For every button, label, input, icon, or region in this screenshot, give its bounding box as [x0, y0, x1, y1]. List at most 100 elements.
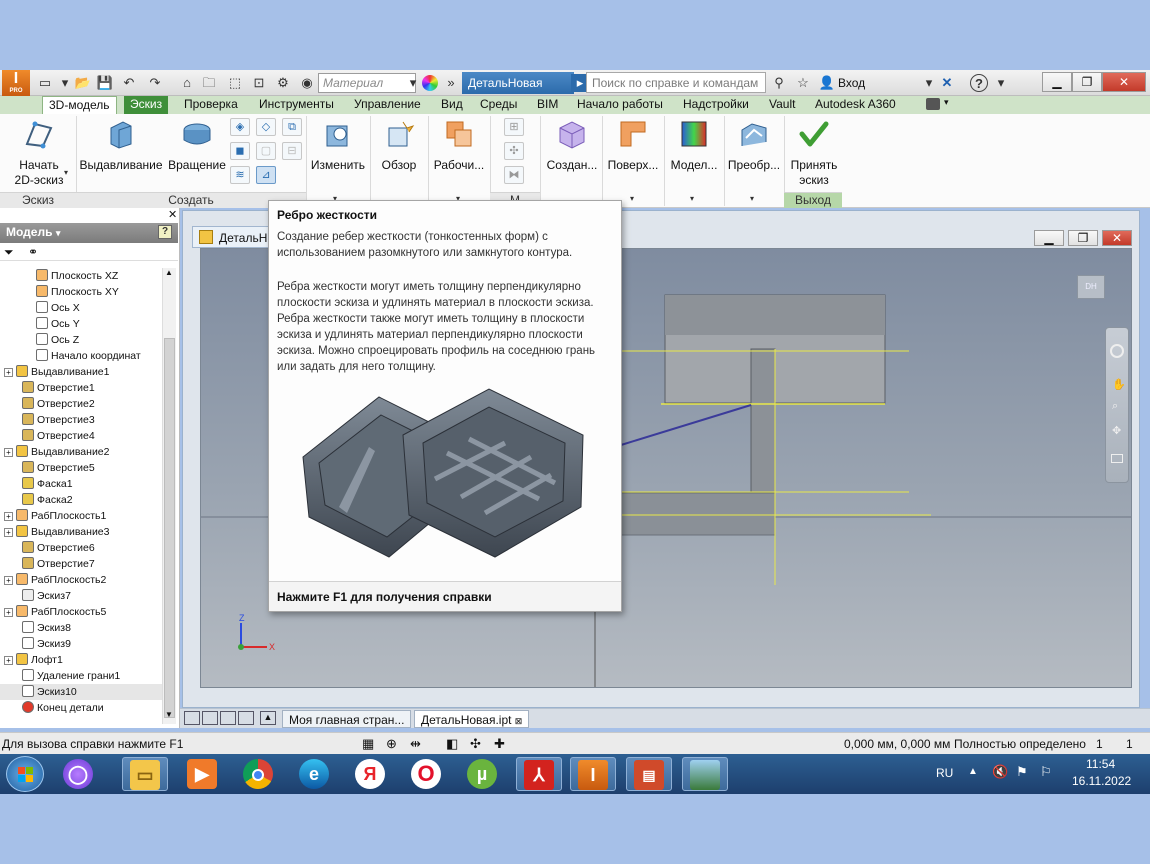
- modify-button[interactable]: Изменить: [308, 118, 368, 173]
- language-indicator[interactable]: RU: [936, 766, 953, 780]
- orbit-icon[interactable]: ✥: [1112, 424, 1121, 437]
- tab-my-home[interactable]: Моя главная стран...: [282, 710, 412, 728]
- tile-grid-icon[interactable]: [202, 711, 218, 725]
- binoculars-icon[interactable]: ⚲: [770, 74, 788, 92]
- close-button[interactable]: ✕: [1102, 72, 1146, 92]
- tree-item[interactable]: Фаска1: [0, 476, 162, 492]
- photos-icon[interactable]: [682, 757, 728, 791]
- tree-item[interactable]: Ось Z: [0, 332, 162, 348]
- tree-item[interactable]: Фаска2: [0, 492, 162, 508]
- decal-icon[interactable]: ⊟: [282, 142, 302, 160]
- tree-item[interactable]: Отверстие2: [0, 396, 162, 412]
- tree-item[interactable]: Конец детали: [0, 700, 162, 716]
- redo-icon[interactable]: ↷: [146, 74, 164, 92]
- user-icon[interactable]: 👤: [818, 74, 836, 92]
- tile-icon[interactable]: [184, 711, 200, 725]
- dof-icon[interactable]: ✣: [470, 736, 481, 752]
- constraints-icon[interactable]: ⊕: [386, 736, 397, 752]
- overflow-icon[interactable]: »: [442, 74, 460, 92]
- expand-icon[interactable]: +: [4, 608, 13, 617]
- exchange-icon[interactable]: ✕: [938, 74, 956, 92]
- tree-item[interactable]: Плоскость XZ: [0, 268, 162, 284]
- star-icon[interactable]: ☆: [794, 74, 812, 92]
- help-icon[interactable]: ?: [970, 74, 988, 92]
- coil-spring-icon[interactable]: ≋: [230, 166, 250, 184]
- measure-icon[interactable]: ⊡: [250, 74, 268, 92]
- chevron-down-icon[interactable]: ▾: [690, 194, 694, 203]
- edge-icon[interactable]: e: [292, 757, 338, 791]
- rib-icon[interactable]: ⊿: [256, 166, 276, 184]
- emboss-icon[interactable]: ▢: [256, 142, 276, 160]
- loft-icon[interactable]: ◈: [230, 118, 250, 136]
- document-title-tab[interactable]: ДетальНовая: [462, 72, 574, 94]
- expand-icon[interactable]: +: [4, 576, 13, 585]
- browser-scrollbar[interactable]: ▲ ▼: [162, 268, 176, 724]
- pattern-rect-icon[interactable]: ⊞: [504, 118, 524, 136]
- tree-item[interactable]: + РабПлоскость5: [0, 604, 162, 620]
- network-icon[interactable]: ⚑: [1016, 764, 1028, 780]
- doc-minimize-button[interactable]: ▁: [1034, 230, 1064, 246]
- material-combo[interactable]: Материал: [318, 73, 416, 93]
- document-tab[interactable]: ДетальН: [192, 226, 272, 248]
- look-at-icon[interactable]: [1111, 454, 1123, 463]
- action-center-icon[interactable]: ⚐: [1040, 764, 1052, 780]
- tab-a360[interactable]: Autodesk A360: [809, 96, 902, 114]
- acrobat-icon[interactable]: ⅄: [516, 757, 562, 791]
- chevron-down-icon[interactable]: ▾: [944, 97, 949, 108]
- tab-manage[interactable]: Управление: [348, 96, 427, 114]
- doc-close-button[interactable]: ✕: [1102, 230, 1132, 246]
- chevron-down-icon[interactable]: ▾: [920, 74, 938, 92]
- filter-icon[interactable]: ⏷: [4, 245, 14, 260]
- tab-vault[interactable]: Vault: [763, 96, 801, 114]
- expand-icon[interactable]: +: [4, 368, 13, 377]
- media-player-icon[interactable]: ▶: [180, 757, 226, 791]
- sweep-icon[interactable]: ◇: [256, 118, 276, 136]
- view-cube[interactable]: DH: [1077, 275, 1105, 299]
- expand-icon[interactable]: +: [4, 528, 13, 537]
- tray-expand-icon[interactable]: ▲: [968, 766, 978, 777]
- tree-item[interactable]: Ось X: [0, 300, 162, 316]
- tree-item[interactable]: Эскиз9: [0, 636, 162, 652]
- tree-item[interactable]: Эскиз7: [0, 588, 162, 604]
- volume-muted-icon[interactable]: 🔇: [992, 764, 1008, 780]
- mirror-icon[interactable]: ⧓: [504, 166, 524, 184]
- tree-item[interactable]: Отверстие3: [0, 412, 162, 428]
- pan-icon[interactable]: ✋: [1112, 378, 1126, 391]
- dimension-icon[interactable]: ⇹: [410, 736, 421, 752]
- view-face-icon[interactable]: ◧: [446, 736, 458, 752]
- help-icon[interactable]: ?: [158, 225, 172, 239]
- close-panel-icon[interactable]: ✕: [168, 208, 177, 221]
- inventor-taskbar-icon[interactable]: I: [570, 757, 616, 791]
- folder-icon[interactable]: 🗀: [200, 74, 218, 92]
- help-search-input[interactable]: Поиск по справке и командам: [586, 72, 766, 93]
- home-icon[interactable]: ⌂: [178, 74, 196, 92]
- finish-sketch-button[interactable]: Принять эскиз: [786, 118, 842, 188]
- tab-3d-model[interactable]: 3D-модель: [42, 96, 117, 114]
- tree-item[interactable]: Удаление грани1: [0, 668, 162, 684]
- tab-sketch[interactable]: Эскиз: [124, 96, 169, 114]
- coil-icon[interactable]: ⧉: [282, 118, 302, 136]
- presentation-icon[interactable]: ▤: [626, 757, 672, 791]
- close-icon[interactable]: ⊠: [515, 716, 523, 726]
- restore-button[interactable]: ❐: [1072, 72, 1102, 92]
- simulation-button[interactable]: Модел...: [666, 118, 722, 173]
- expand-icon[interactable]: +: [4, 656, 13, 665]
- color-wheel-icon[interactable]: [422, 75, 438, 91]
- chevron-down-icon[interactable]: ▾: [992, 74, 1010, 92]
- tree-item[interactable]: Плоскость XY: [0, 284, 162, 300]
- tab-part-file[interactable]: ДетальНовая.ipt ⊠: [414, 710, 530, 728]
- new-file-icon[interactable]: ▭: [36, 74, 54, 92]
- shell-icon[interactable]: ◼: [230, 142, 250, 160]
- pattern-circ-icon[interactable]: ✣: [504, 142, 524, 160]
- extrude-button[interactable]: Выдавливание: [78, 118, 164, 173]
- binoculars-icon[interactable]: ⚭: [28, 245, 38, 259]
- opera-icon[interactable]: O: [404, 757, 450, 791]
- open-file-icon[interactable]: 📂: [74, 74, 92, 92]
- tree-item[interactable]: + Выдавливание1: [0, 364, 162, 380]
- tree-item[interactable]: Отверстие6: [0, 540, 162, 556]
- tab-addins[interactable]: Надстройки: [677, 96, 755, 114]
- expand-icon[interactable]: +: [4, 448, 13, 457]
- revolve-button[interactable]: Вращение: [166, 118, 228, 173]
- tree-item[interactable]: Отверстие7: [0, 556, 162, 572]
- alice-app-icon[interactable]: ◯: [56, 757, 102, 791]
